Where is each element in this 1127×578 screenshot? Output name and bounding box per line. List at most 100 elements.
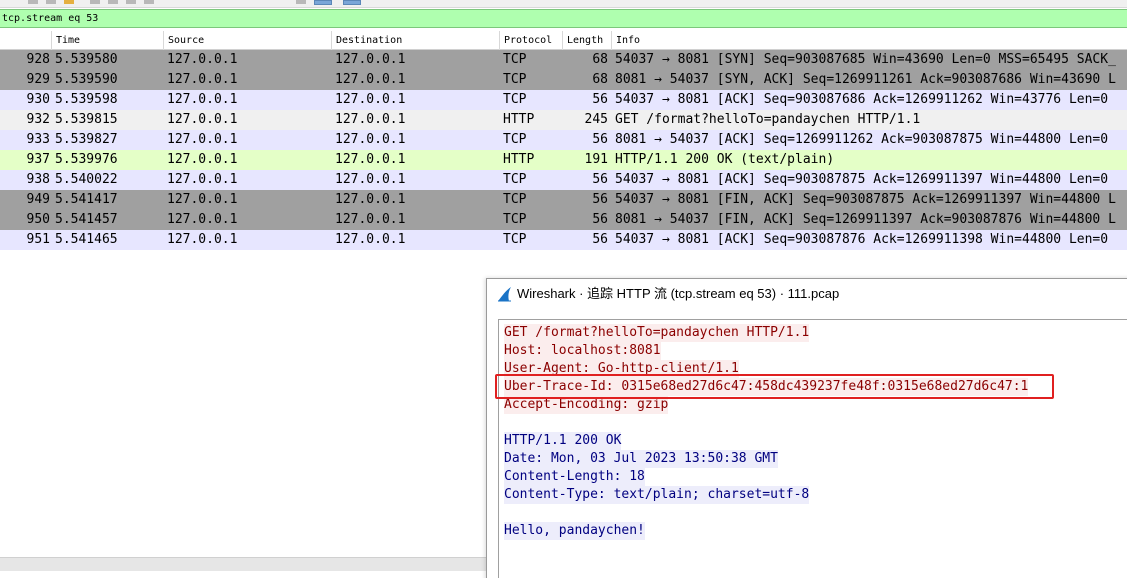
packet-no: 929 [26, 72, 50, 87]
packet-info: 54037 → 8081 [ACK] Seq=903087876 Ack=126… [615, 232, 1109, 247]
packet-destination: 127.0.0.1 [335, 212, 406, 227]
packet-no: 949 [26, 192, 50, 207]
packet-length: 56 [592, 172, 608, 187]
packet-no: 937 [26, 152, 50, 167]
toolbar-icon[interactable] [28, 0, 38, 4]
stream-content[interactable]: GET /format?helloTo=pandaychen HTTP/1.1 H… [498, 319, 1127, 578]
packet-source: 127.0.0.1 [167, 232, 238, 247]
column-header-destination[interactable]: Destination [332, 31, 500, 50]
column-header-time[interactable]: Time [52, 31, 164, 50]
toolbar-icon[interactable] [90, 0, 100, 4]
packet-no: 928 [26, 52, 50, 67]
toolbar-icon[interactable] [108, 0, 118, 4]
column-header-no[interactable] [0, 31, 52, 50]
packet-row[interactable]: 928 5.539580 127.0.0.1 127.0.0.1 TCP 68 54037 … [0, 50, 1127, 70]
packet-protocol: TCP [503, 72, 527, 87]
packet-time: 5.539590 [55, 72, 118, 87]
packet-no: 933 [26, 132, 50, 147]
packet-source: 127.0.0.1 [167, 52, 238, 67]
packet-protocol: TCP [503, 192, 527, 207]
packet-no: 950 [26, 212, 50, 227]
packet-row[interactable]: 929 5.539590 127.0.0.1 127.0.0.1 TCP 68 8081 →… [0, 70, 1127, 90]
packet-protocol: TCP [503, 172, 527, 187]
packet-length: 56 [592, 92, 608, 107]
toolbar-icon[interactable] [46, 0, 56, 4]
display-filter-input[interactable] [0, 10, 1127, 27]
packet-length: 68 [592, 52, 608, 67]
packet-info: 54037 → 8081 [ACK] Seq=903087686 Ack=126… [615, 92, 1109, 107]
main-toolbar [0, 0, 1127, 8]
toolbar-icon[interactable] [296, 0, 306, 4]
dialog-title: Wireshark · 追踪 HTTP 流 (tcp.stream eq 53)… [517, 286, 840, 301]
horizontal-scrollbar[interactable] [0, 557, 486, 571]
trace-id-highlight [495, 374, 1054, 399]
packet-no: 938 [26, 172, 50, 187]
request-line: Host: localhost:8081 [504, 342, 661, 360]
toolbar-icon[interactable] [126, 0, 136, 4]
packet-row[interactable]: 951 5.541465 127.0.0.1 127.0.0.1 TCP 56 54037 … [0, 230, 1127, 250]
packet-row[interactable]: 949 5.541417 127.0.0.1 127.0.0.1 TCP 56 54037 … [0, 190, 1127, 210]
column-header-info[interactable]: Info [612, 31, 1127, 50]
packet-length: 56 [592, 192, 608, 207]
packet-source: 127.0.0.1 [167, 212, 238, 227]
packet-info: 54037 → 8081 [SYN] Seq=903087685 Win=436… [615, 52, 1116, 67]
packet-protocol: TCP [503, 132, 527, 147]
packet-source: 127.0.0.1 [167, 132, 238, 147]
packet-source: 127.0.0.1 [167, 112, 238, 127]
packet-no: 932 [26, 112, 50, 127]
packet-time: 5.541457 [55, 212, 118, 227]
packet-source: 127.0.0.1 [167, 192, 238, 207]
toolbar-toggle-icon[interactable] [314, 0, 332, 5]
packet-protocol: TCP [503, 212, 527, 227]
column-header-length[interactable]: Length [563, 31, 612, 50]
packet-destination: 127.0.0.1 [335, 172, 406, 187]
packet-source: 127.0.0.1 [167, 152, 238, 167]
dialog-titlebar[interactable]: Wireshark · 追踪 HTTP 流 (tcp.stream eq 53)… [487, 279, 1127, 309]
packet-row[interactable]: 950 5.541457 127.0.0.1 127.0.0.1 TCP 56 8081 →… [0, 210, 1127, 230]
packet-protocol: TCP [503, 52, 527, 67]
packet-info: 8081 → 54037 [ACK] Seq=1269911262 Ack=90… [615, 132, 1109, 147]
packet-source: 127.0.0.1 [167, 72, 238, 87]
packet-protocol: HTTP [503, 152, 535, 167]
packet-row[interactable]: 938 5.540022 127.0.0.1 127.0.0.1 TCP 56 54037 … [0, 170, 1127, 190]
packet-row[interactable]: 933 5.539827 127.0.0.1 127.0.0.1 TCP 56 8081 →… [0, 130, 1127, 150]
toolbar-toggle-icon[interactable] [343, 0, 361, 5]
follow-http-stream-dialog: Wireshark · 追踪 HTTP 流 (tcp.stream eq 53)… [486, 278, 1127, 578]
packet-length: 191 [584, 152, 608, 167]
packet-info: 8081 → 54037 [SYN, ACK] Seq=1269911261 A… [615, 72, 1116, 87]
packet-destination: 127.0.0.1 [335, 72, 406, 87]
packet-no: 930 [26, 92, 50, 107]
packet-destination: 127.0.0.1 [335, 152, 406, 167]
packet-destination: 127.0.0.1 [335, 52, 406, 67]
packet-info: 54037 → 8081 [ACK] Seq=903087875 Ack=126… [615, 172, 1109, 187]
packet-protocol: HTTP [503, 112, 535, 127]
toolbar-icon[interactable] [144, 0, 154, 4]
packet-row[interactable]: 937 5.539976 127.0.0.1 127.0.0.1 HTTP 191 HTTP… [0, 150, 1127, 170]
packet-destination: 127.0.0.1 [335, 112, 406, 127]
packet-time: 5.541417 [55, 192, 118, 207]
column-header-source[interactable]: Source [164, 31, 332, 50]
packet-destination: 127.0.0.1 [335, 232, 406, 247]
request-line: GET /format?helloTo=pandaychen HTTP/1.1 [504, 324, 810, 342]
packet-length: 56 [592, 132, 608, 147]
packet-protocol: TCP [503, 92, 527, 107]
packet-info: GET /format?helloTo=pandaychen HTTP/1.1 [615, 112, 921, 127]
column-header-protocol[interactable]: Protocol [500, 31, 563, 50]
packet-time: 5.539976 [55, 152, 118, 167]
packet-info: 8081 → 54037 [FIN, ACK] Seq=1269911397 A… [615, 212, 1116, 227]
packet-length: 56 [592, 232, 608, 247]
response-line: HTTP/1.1 200 OK [504, 432, 622, 450]
packet-row[interactable]: 930 5.539598 127.0.0.1 127.0.0.1 TCP 56 54037 … [0, 90, 1127, 110]
packet-info: HTTP/1.1 200 OK (text/plain) [615, 152, 835, 167]
packet-length: 56 [592, 212, 608, 227]
packet-time: 5.539598 [55, 92, 118, 107]
wireshark-fin-icon [498, 287, 511, 302]
packet-list-header: Time Source Destination Protocol Length … [0, 31, 1127, 50]
response-line: Date: Mon, 03 Jul 2023 13:50:38 GMT [504, 450, 778, 468]
toolbar-icon[interactable] [64, 0, 74, 4]
packet-row[interactable]: 932 5.539815 127.0.0.1 127.0.0.1 HTTP 245 GET … [0, 110, 1127, 130]
packet-destination: 127.0.0.1 [335, 132, 406, 147]
packet-list: 928 5.539580 127.0.0.1 127.0.0.1 TCP 68 54037 … [0, 50, 1127, 250]
packet-source: 127.0.0.1 [167, 172, 238, 187]
packet-source: 127.0.0.1 [167, 92, 238, 107]
